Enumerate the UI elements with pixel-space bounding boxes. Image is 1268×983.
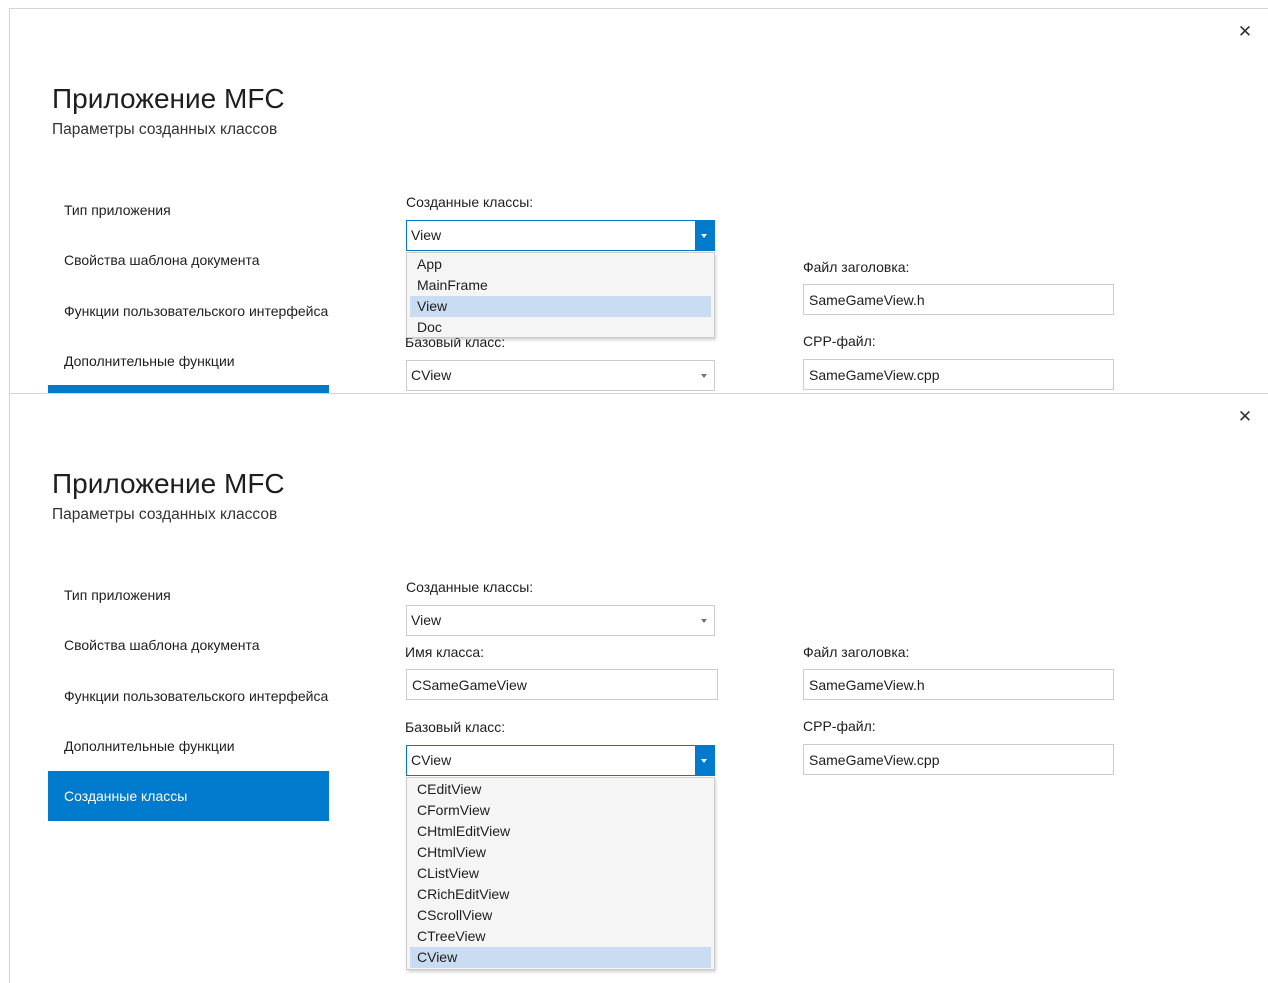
page-title: Приложение MFC xyxy=(52,83,285,114)
header-file-input[interactable] xyxy=(803,669,1114,700)
dropdown-option-cricheditview[interactable]: CRichEditView xyxy=(410,884,711,905)
created-classes-combo[interactable]: View xyxy=(406,605,715,636)
sidebar-item-advanced-features[interactable]: Дополнительные функции xyxy=(48,721,329,771)
top-dialog-panel: ✕ Приложение MFC Параметры созданных кла… xyxy=(9,8,1268,394)
close-icon[interactable]: ✕ xyxy=(1236,23,1254,41)
chevron-down-icon[interactable] xyxy=(695,221,714,250)
dropdown-option-cscrollview[interactable]: CScrollView xyxy=(410,905,711,926)
dropdown-option-doc[interactable]: Doc xyxy=(410,317,711,338)
chevron-down-icon[interactable] xyxy=(695,361,714,390)
created-classes-label: Созданные классы: xyxy=(406,579,534,595)
created-classes-combo[interactable]: View xyxy=(406,220,715,251)
sidebar-item-doc-template[interactable]: Свойства шаблона документа xyxy=(48,620,329,670)
dropdown-option-clistview[interactable]: CListView xyxy=(410,863,711,884)
dropdown-option-view[interactable]: View xyxy=(410,296,711,317)
cpp-file-input[interactable] xyxy=(803,359,1114,390)
header-file-input[interactable] xyxy=(803,284,1114,315)
dropdown-option-ctreeview[interactable]: CTreeView xyxy=(410,926,711,947)
bottom-dialog-panel: ✕ Приложение MFC Параметры созданных кла… xyxy=(9,393,1268,983)
created-classes-value: View xyxy=(411,227,442,243)
class-name-input[interactable] xyxy=(406,669,718,700)
created-classes-label: Созданные классы: xyxy=(406,194,534,210)
page-title: Приложение MFC xyxy=(52,468,285,499)
dropdown-option-cformview[interactable]: CFormView xyxy=(410,800,711,821)
dropdown-option-chtmleditview[interactable]: CHtmlEditView xyxy=(410,821,711,842)
base-class-label: Базовый класс: xyxy=(405,719,506,735)
chevron-down-icon[interactable] xyxy=(695,746,714,775)
sidebar-item-ui-features[interactable]: Функции пользовательского интерфейса xyxy=(48,671,329,721)
header-file-label: Файл заголовка: xyxy=(803,259,910,275)
base-class-value: CView xyxy=(411,752,452,768)
class-name-label: Имя класса: xyxy=(405,644,485,660)
cpp-file-input[interactable] xyxy=(803,744,1114,775)
created-classes-dropdown: App MainFrame View Doc xyxy=(406,252,715,338)
header-file-label: Файл заголовка: xyxy=(803,644,910,660)
page-subtitle: Параметры созданных классов xyxy=(52,121,278,138)
close-icon[interactable]: ✕ xyxy=(1236,408,1254,426)
page-subtitle: Параметры созданных классов xyxy=(52,506,278,523)
cpp-file-label: CPP-файл: xyxy=(803,718,876,734)
sidebar-item-generated-classes[interactable]: Созданные классы xyxy=(48,771,329,821)
dropdown-option-mainframe[interactable]: MainFrame xyxy=(410,275,711,296)
cpp-file-label: CPP-файл: xyxy=(803,333,876,349)
base-class-combo[interactable]: CView xyxy=(406,745,715,776)
dropdown-option-chtmlview[interactable]: CHtmlView xyxy=(410,842,711,863)
sidebar-item-app-type[interactable]: Тип приложения xyxy=(48,570,329,620)
sidebar-item-ui-features[interactable]: Функции пользовательского интерфейса xyxy=(48,286,329,336)
base-class-dropdown: CEditView CFormView CHtmlEditView CHtmlV… xyxy=(406,777,715,970)
sidebar-item-doc-template[interactable]: Свойства шаблона документа xyxy=(48,235,329,285)
dropdown-option-app[interactable]: App xyxy=(410,254,711,275)
base-class-combo[interactable]: CView xyxy=(406,360,715,391)
dropdown-option-cview[interactable]: CView xyxy=(410,947,711,968)
sidebar-item-app-type[interactable]: Тип приложения xyxy=(48,185,329,235)
dropdown-option-ceditview[interactable]: CEditView xyxy=(410,779,711,800)
chevron-down-icon[interactable] xyxy=(695,606,714,635)
sidebar-item-advanced-features[interactable]: Дополнительные функции xyxy=(48,336,329,386)
base-class-value: CView xyxy=(411,367,452,383)
created-classes-value: View xyxy=(411,612,442,628)
